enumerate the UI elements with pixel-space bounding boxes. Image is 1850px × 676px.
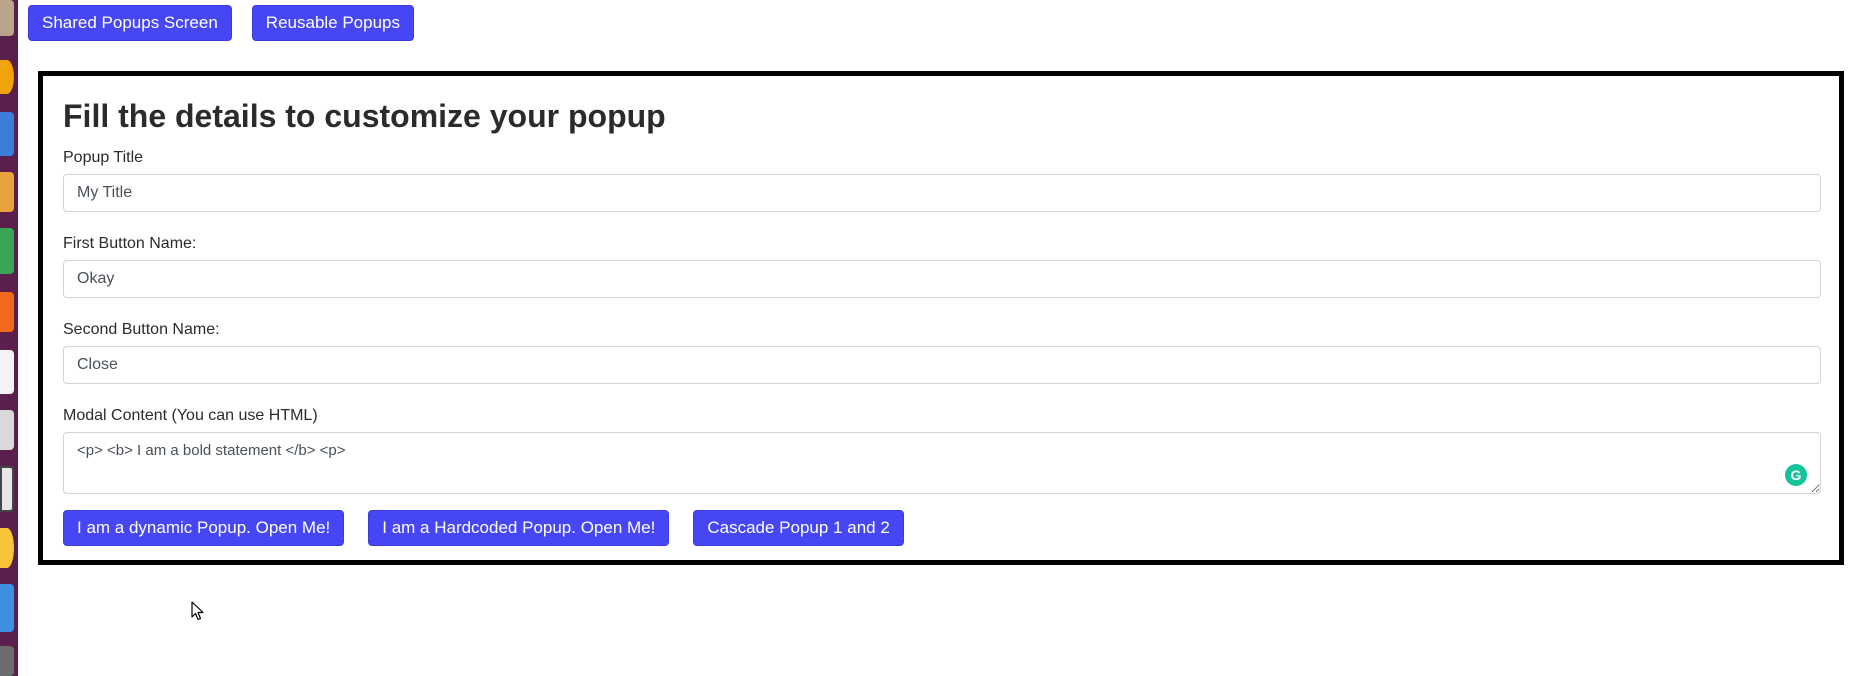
open-dynamic-popup-button[interactable]: I am a dynamic Popup. Open Me!	[63, 510, 345, 546]
app-icon[interactable]	[0, 410, 14, 450]
app-icon[interactable]	[0, 228, 14, 274]
app-icon[interactable]	[0, 646, 14, 676]
mouse-cursor-icon	[191, 601, 204, 621]
second-button-name-label: Second Button Name:	[63, 321, 220, 338]
app-icon[interactable]	[0, 584, 14, 632]
app-icon[interactable]	[0, 528, 14, 568]
first-button-name-label: First Button Name:	[63, 235, 197, 252]
page-title: Fill the details to customize your popup	[63, 98, 666, 134]
app-icon[interactable]	[0, 466, 14, 512]
grammarly-icon[interactable]: G	[1785, 464, 1807, 486]
desktop-dock	[0, 0, 18, 676]
second-button-name-input[interactable]	[63, 346, 1821, 384]
app-icon[interactable]	[0, 350, 14, 394]
popup-title-label: Popup Title	[63, 149, 144, 166]
app-icon[interactable]	[0, 0, 14, 36]
modal-content-label: Modal Content (You can use HTML)	[63, 407, 318, 424]
shared-popups-screen-button[interactable]: Shared Popups Screen	[28, 5, 232, 41]
open-hardcoded-popup-button[interactable]: I am a Hardcoded Popup. Open Me!	[368, 510, 670, 546]
popup-config-card: Fill the details to customize your popup…	[38, 71, 1844, 565]
first-button-name-input[interactable]	[63, 260, 1821, 298]
top-nav: Shared Popups Screen Reusable Popups	[28, 5, 415, 41]
reusable-popups-button[interactable]: Reusable Popups	[251, 5, 415, 41]
popup-action-buttons: I am a dynamic Popup. Open Me! I am a Ha…	[63, 510, 904, 546]
app-icon[interactable]	[0, 292, 14, 332]
app-icon[interactable]	[0, 60, 14, 94]
cascade-popup-button[interactable]: Cascade Popup 1 and 2	[693, 510, 904, 546]
popup-title-input[interactable]	[63, 174, 1821, 212]
modal-content-textarea[interactable]: <p> <b> I am a bold statement </b> <p>	[63, 432, 1821, 494]
app-icon[interactable]	[0, 172, 14, 212]
app-icon[interactable]	[0, 112, 14, 156]
